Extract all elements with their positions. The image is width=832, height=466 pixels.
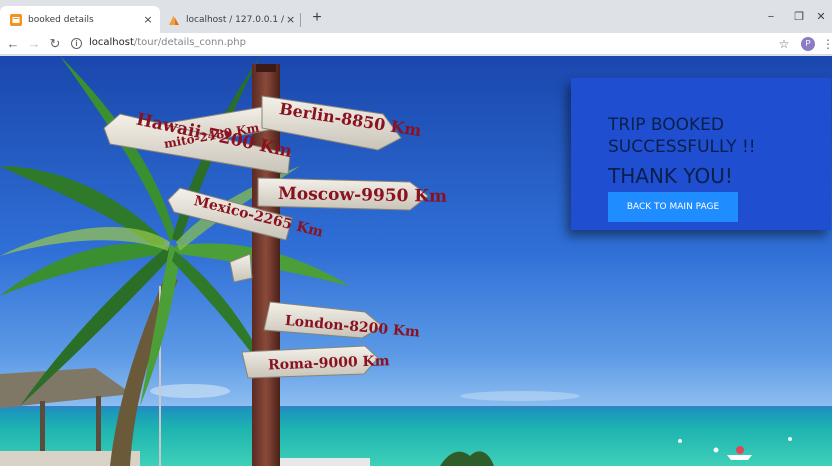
tab-divider xyxy=(300,13,301,27)
tab-title: booked details xyxy=(28,14,94,25)
back-to-main-page-button[interactable]: BACK TO MAIN PAGE xyxy=(608,192,738,222)
sign-label: Moscow-9950 Km xyxy=(278,184,447,207)
booking-success-message: TRIP BOOKED SUCCESSFULLY !! xyxy=(608,114,818,158)
phpmyadmin-sail-icon xyxy=(169,14,179,25)
tab-booked-details[interactable]: booked details × xyxy=(0,6,160,33)
tab-title: localhost / 127.0.0.1 / testtb / pa xyxy=(186,14,285,25)
page-viewport: mito-2480 Km Berlin-8850 Km Hawaii-7200 … xyxy=(0,56,832,466)
booking-confirmation-card: TRIP BOOKED SUCCESSFULLY !! THANK YOU! B… xyxy=(571,78,831,230)
booking-line-2: SUCCESSFULLY !! xyxy=(608,137,756,157)
site-info-icon[interactable]: i xyxy=(71,38,82,49)
back-arrow-icon[interactable]: ← xyxy=(4,35,22,53)
booking-line-1: TRIP BOOKED xyxy=(608,115,724,135)
restore-button[interactable]: ❐ xyxy=(788,8,810,26)
thank-you-heading: THANK YOU! xyxy=(608,164,733,188)
close-window-button[interactable]: ✕ xyxy=(812,8,830,26)
tab-phpmyadmin[interactable]: localhost / 127.0.0.1 / testtb / pa × xyxy=(160,6,300,33)
url-path: /tour/details_conn.php xyxy=(133,37,246,48)
page-favicon-icon xyxy=(10,13,22,26)
bookmark-star-icon[interactable]: ☆ xyxy=(776,35,792,53)
url-host: localhost xyxy=(89,37,134,48)
profile-avatar[interactable]: P xyxy=(801,37,815,51)
minimize-button[interactable]: − xyxy=(760,8,782,26)
browser-toolbar: ← → ↻ i localhost/tour/details_conn.php … xyxy=(0,33,832,55)
reload-icon[interactable]: ↻ xyxy=(46,35,64,53)
tab-close-icon[interactable]: × xyxy=(140,13,156,26)
forward-arrow-icon[interactable]: → xyxy=(25,35,43,53)
address-bar[interactable]: localhost/tour/details_conn.php xyxy=(89,37,246,48)
menu-dots-icon[interactable]: ⋮ xyxy=(822,35,832,53)
tab-close-icon[interactable]: × xyxy=(285,13,296,26)
tab-strip: booked details × localhost / 127.0.0.1 /… xyxy=(0,0,832,33)
new-tab-button[interactable]: + xyxy=(308,8,326,28)
